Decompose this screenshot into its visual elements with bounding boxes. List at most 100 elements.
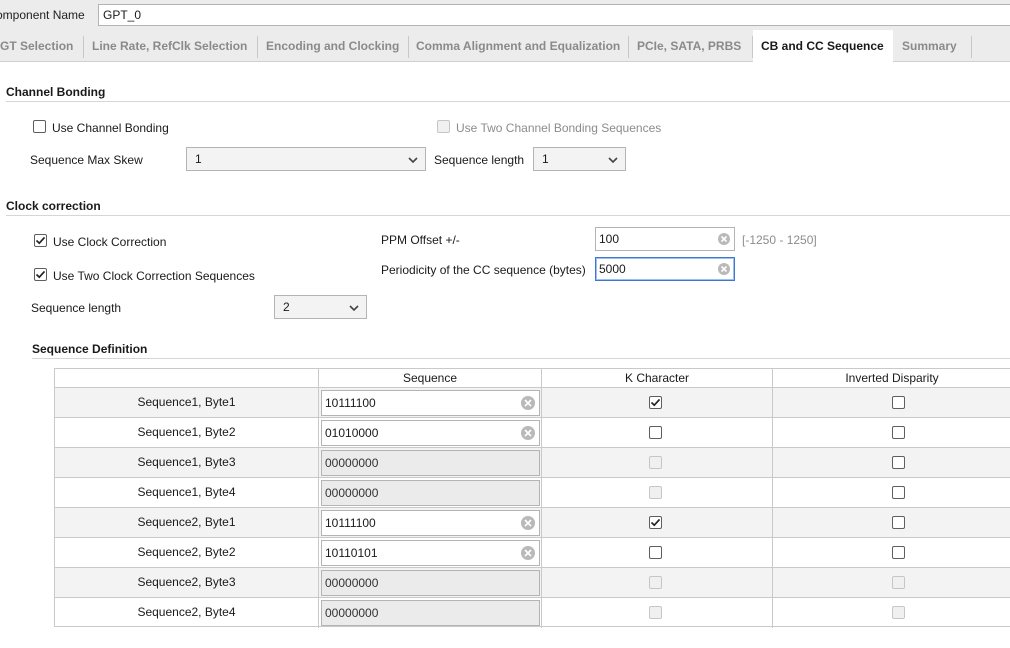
sequence-cell: 10111100 <box>319 508 542 538</box>
inverted-disparity-cell <box>773 388 1010 418</box>
ppm-offset-input[interactable]: 100 <box>595 227 735 251</box>
inverted-disparity-checkbox[interactable] <box>892 396 905 409</box>
column-header-inverted-disparity: Inverted Disparity <box>845 371 939 385</box>
clear-circle-icon[interactable] <box>520 395 536 414</box>
section-divider <box>32 358 1010 359</box>
row-label: Sequence2, Byte2 <box>55 538 319 568</box>
checkmark-icon <box>35 270 46 279</box>
tab-label: Comma Alignment and Equalization <box>416 39 621 53</box>
row-label: Sequence1, Byte4 <box>55 478 319 508</box>
use-two-cb-sequences-checkbox[interactable] <box>437 120 450 133</box>
tab-label: Encoding and Clocking <box>266 39 400 53</box>
tab-label: Line Rate, RefClk Selection <box>92 39 248 53</box>
sequence-value-input[interactable]: 10111100 <box>321 390 540 416</box>
k-character-checkbox <box>649 456 662 469</box>
tab-cb-cc-sequence[interactable]: CB and CC Sequence <box>753 30 893 63</box>
cc-sequence-length-label: Sequence length <box>31 301 122 315</box>
use-clock-correction-checkbox[interactable] <box>34 234 47 247</box>
sequence-value-input[interactable]: 10110101 <box>321 540 540 566</box>
row-label: Sequence2, Byte1 <box>55 508 319 538</box>
k-character-cell <box>542 478 773 508</box>
inverted-disparity-checkbox <box>892 606 905 619</box>
table-row: Sequence2, Byte1 10111100 <box>55 507 1010 538</box>
checkmark-icon <box>650 518 661 527</box>
input-value: 00000000 <box>325 456 379 470</box>
input-value: 10111100 <box>325 396 376 410</box>
inverted-disparity-checkbox[interactable] <box>892 546 905 559</box>
sequence-value-input: 00000000 <box>321 600 540 626</box>
k-character-checkbox <box>649 576 662 589</box>
k-character-checkbox[interactable] <box>649 516 662 529</box>
checkmark-icon <box>650 398 661 407</box>
use-two-cc-sequences-checkbox[interactable] <box>34 268 47 281</box>
k-character-checkbox[interactable] <box>649 426 662 439</box>
table-row: Sequence2, Byte4 00000000 <box>55 597 1010 628</box>
cb-sequence-length-select[interactable]: 1 <box>533 147 626 171</box>
k-character-checkbox[interactable] <box>649 546 662 559</box>
ppm-offset-range-hint: [-1250 - 1250] <box>742 233 817 247</box>
tab-bar: GT Selection Line Rate, RefClk Selection… <box>0 30 1010 63</box>
sequence-cell: 10111100 <box>319 388 542 418</box>
input-value: 00000000 <box>325 576 379 590</box>
sequence-cell: 01010000 <box>319 418 542 448</box>
select-value: 1 <box>542 152 549 166</box>
tab-label: CB and CC Sequence <box>761 39 884 53</box>
clear-circle-icon[interactable] <box>717 232 731 249</box>
tab-gt-selection[interactable]: GT Selection <box>0 30 84 62</box>
k-character-cell <box>542 448 773 478</box>
row-label: Sequence1, Byte2 <box>55 418 319 448</box>
inverted-disparity-checkbox[interactable] <box>892 456 905 469</box>
select-value: 1 <box>195 152 202 166</box>
tab-comma-alignment[interactable]: Comma Alignment and Equalization <box>408 30 629 62</box>
clear-circle-icon[interactable] <box>520 545 536 564</box>
sequence-max-skew-select[interactable]: 1 <box>186 147 426 171</box>
component-name-input[interactable]: GPT_0 <box>98 4 1010 26</box>
cc-periodicity-input[interactable]: 5000 <box>595 257 735 281</box>
use-channel-bonding-checkbox[interactable] <box>33 120 46 133</box>
row-label: Sequence1, Byte3 <box>55 448 319 478</box>
select-value: 2 <box>283 300 290 314</box>
clear-circle-icon[interactable] <box>717 262 731 279</box>
inverted-disparity-cell <box>773 538 1010 568</box>
tab-pcie-sata-prbs[interactable]: PCIe, SATA, PRBS <box>629 30 752 62</box>
tab-label: GT Selection <box>0 39 74 53</box>
sequence-value-input[interactable]: 10111100 <box>321 510 540 536</box>
sequence-value-input: 00000000 <box>321 450 540 476</box>
inverted-disparity-checkbox[interactable] <box>892 486 905 499</box>
input-value: 5000 <box>599 262 626 276</box>
ppm-offset-label: PPM Offset +/- <box>381 233 460 247</box>
row-label: Sequence1, Byte1 <box>55 388 319 418</box>
sequence-cell: 00000000 <box>319 568 542 598</box>
inverted-disparity-cell <box>773 448 1010 478</box>
tab-separator <box>971 36 972 58</box>
input-value: 100 <box>599 232 620 246</box>
tab-encoding-clocking[interactable]: Encoding and Clocking <box>258 30 408 62</box>
inverted-disparity-checkbox[interactable] <box>892 426 905 439</box>
clear-circle-icon[interactable] <box>520 425 536 444</box>
k-character-cell <box>542 538 773 568</box>
table-row: Sequence2, Byte2 10110101 <box>55 537 1010 568</box>
chevron-down-icon <box>348 302 360 317</box>
input-value: 01010000 <box>325 426 379 440</box>
clear-circle-icon[interactable] <box>520 515 536 534</box>
inverted-disparity-cell <box>773 598 1010 628</box>
inverted-disparity-cell <box>773 568 1010 598</box>
k-character-cell <box>542 568 773 598</box>
inverted-disparity-checkbox[interactable] <box>892 516 905 529</box>
tab-line-rate[interactable]: Line Rate, RefClk Selection <box>84 30 258 62</box>
sequence-cell: 10110101 <box>319 538 542 568</box>
cc-sequence-length-select[interactable]: 2 <box>274 295 367 319</box>
tab-summary[interactable]: Summary <box>894 30 972 62</box>
input-value: 00000000 <box>325 606 379 620</box>
sequence-cell: 00000000 <box>319 478 542 508</box>
column-header-k-character: K Character <box>542 369 773 387</box>
k-character-checkbox[interactable] <box>649 396 662 409</box>
use-clock-correction-label: Use Clock Correction <box>53 235 167 249</box>
row-label: Sequence2, Byte4 <box>55 598 319 628</box>
sequence-value-input[interactable]: 01010000 <box>321 420 540 446</box>
input-value: 00000000 <box>325 486 379 500</box>
sequence-value-input: 00000000 <box>321 570 540 596</box>
component-name-label: omponent Name <box>0 8 85 22</box>
k-character-cell <box>542 598 773 628</box>
tab-label: Summary <box>902 39 957 53</box>
